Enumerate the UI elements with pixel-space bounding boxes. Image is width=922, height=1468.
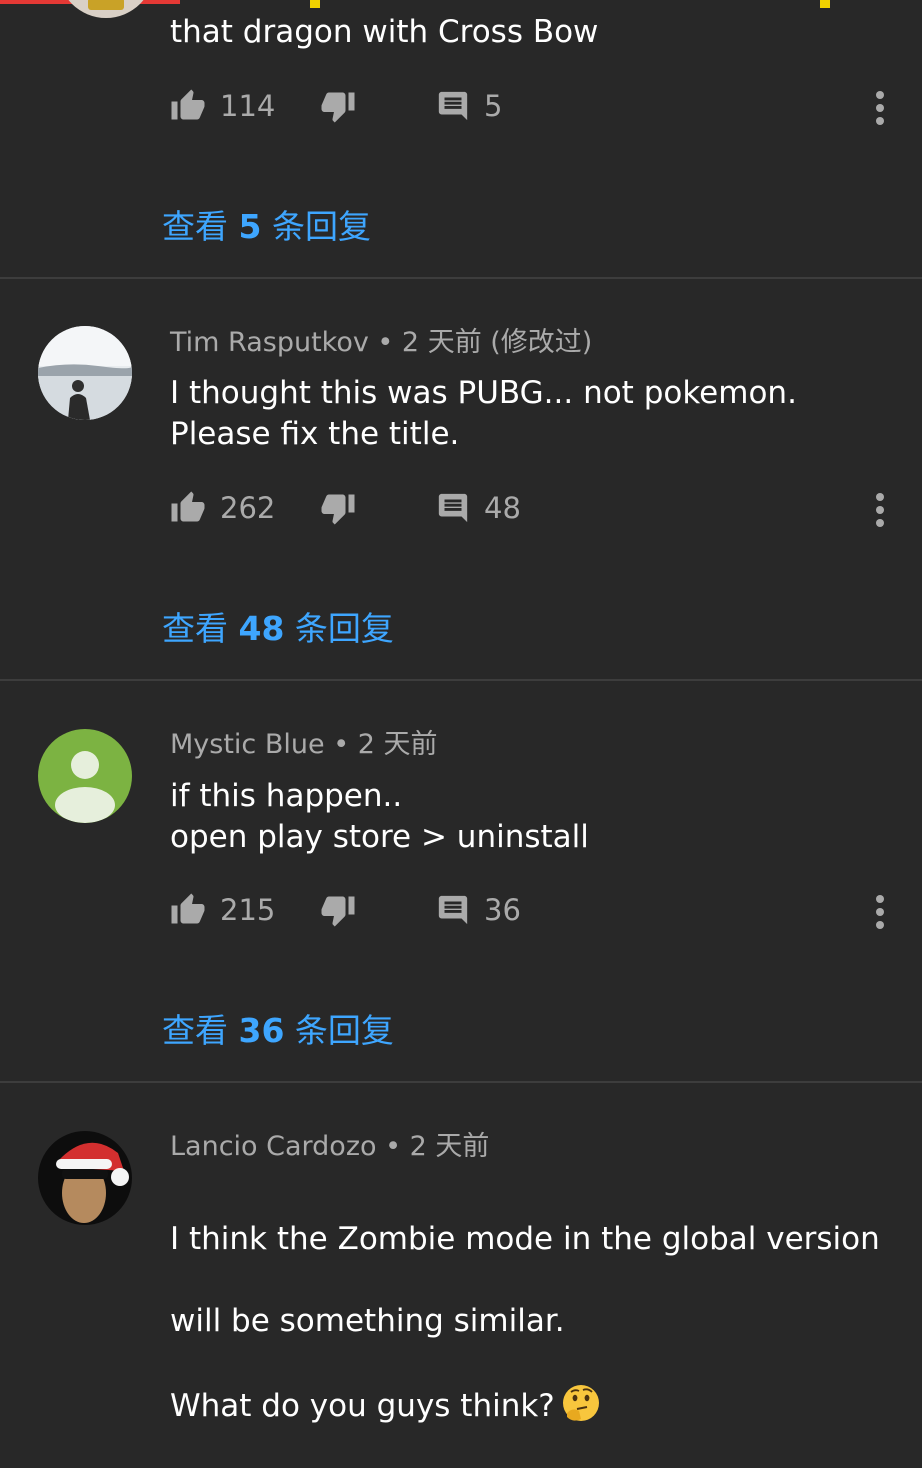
more-options-button[interactable] [862, 86, 898, 130]
view-replies-link[interactable]: 查看 5 条回复 [162, 200, 371, 248]
more-vertical-icon [874, 894, 886, 930]
author-name[interactable]: Tim Rasputkov [170, 327, 369, 358]
reply-count: 48 [484, 491, 521, 525]
author-name[interactable]: Mystic Blue [170, 729, 325, 760]
view-replies-prefix: 查看 [162, 609, 239, 648]
thumb-up-icon [170, 892, 206, 928]
comment-actions: 262 48 [170, 486, 900, 530]
comment-icon [436, 89, 470, 123]
divider [0, 277, 922, 279]
comment-text: I thought this was PUBG... not pokemon. … [170, 375, 797, 452]
comment-text: if this happen.. open play store > unins… [170, 778, 589, 855]
like-count: 114 [220, 89, 276, 123]
text-highlight [310, 0, 320, 8]
like-button[interactable]: 114 [170, 84, 275, 128]
reply-button[interactable]: 5 [436, 84, 502, 128]
comment-text-line: What do you guys think? [170, 1383, 900, 1427]
thumb-down-icon [320, 892, 356, 928]
more-vertical-icon [874, 492, 886, 528]
comment-text: I think the Zombie mode in the global ve… [170, 1178, 900, 1468]
dislike-button[interactable] [320, 888, 356, 932]
comment-meta: • 2 天前 (修改过) [368, 327, 593, 358]
more-options-button[interactable] [862, 890, 898, 934]
divider [0, 1081, 922, 1083]
view-replies-count: 48 [238, 609, 285, 648]
thumb-down-icon [320, 88, 356, 124]
like-count: 215 [220, 893, 276, 927]
comment-icon [436, 491, 470, 525]
comment-author-line: Tim Rasputkov • 2 天前 (修改过) [170, 326, 592, 360]
author-name[interactable]: Lancio Cardozo [170, 1131, 377, 1162]
like-button[interactable]: 262 [170, 486, 275, 530]
reply-button[interactable]: 36 [436, 888, 521, 932]
view-replies-count: 5 [238, 207, 262, 246]
view-replies-suffix: 条回复 [284, 609, 394, 648]
comment-author-line: Lancio Cardozo • 2 天前 [170, 1130, 489, 1164]
comment-actions: 114 5 [170, 84, 900, 128]
comment-text: that dragon with Cross Bow [170, 14, 599, 50]
more-vertical-icon [874, 90, 886, 126]
text-highlight [820, 0, 830, 8]
view-replies-count: 36 [238, 1011, 285, 1050]
comment-meta: • 2 天前 [324, 729, 438, 760]
reply-count: 5 [484, 89, 503, 123]
avatar[interactable] [58, 0, 154, 18]
thinking-face-icon [561, 1383, 601, 1423]
view-replies-prefix: 查看 [162, 207, 239, 246]
view-replies-suffix: 条回复 [261, 207, 371, 246]
avatar[interactable] [38, 326, 132, 420]
divider [0, 679, 922, 681]
comment-text-line-content: What do you guys think? [170, 1388, 555, 1424]
reply-count: 36 [484, 893, 521, 927]
comment-text-line: I think the Zombie mode in the global ve… [170, 1221, 880, 1257]
view-replies-link[interactable]: 查看 36 条回复 [162, 1004, 394, 1052]
dislike-button[interactable] [320, 84, 356, 128]
comment-meta: • 2 天前 [376, 1131, 490, 1162]
avatar[interactable] [38, 729, 132, 823]
comment-actions: 215 36 [170, 888, 900, 932]
dislike-button[interactable] [320, 486, 356, 530]
avatar[interactable] [38, 1131, 132, 1225]
more-options-button[interactable] [862, 488, 898, 532]
view-replies-prefix: 查看 [162, 1011, 239, 1050]
reply-button[interactable]: 48 [436, 486, 521, 530]
view-replies-suffix: 条回复 [284, 1011, 394, 1050]
comment-text-line: will be something similar. [170, 1303, 565, 1339]
like-count: 262 [220, 491, 276, 525]
comment-icon [436, 893, 470, 927]
comment-author-line: Mystic Blue • 2 天前 [170, 728, 437, 762]
thumb-up-icon [170, 490, 206, 526]
thumb-up-icon [170, 88, 206, 124]
thumb-down-icon [320, 490, 356, 526]
view-replies-link[interactable]: 查看 48 条回复 [162, 602, 394, 650]
like-button[interactable]: 215 [170, 888, 275, 932]
